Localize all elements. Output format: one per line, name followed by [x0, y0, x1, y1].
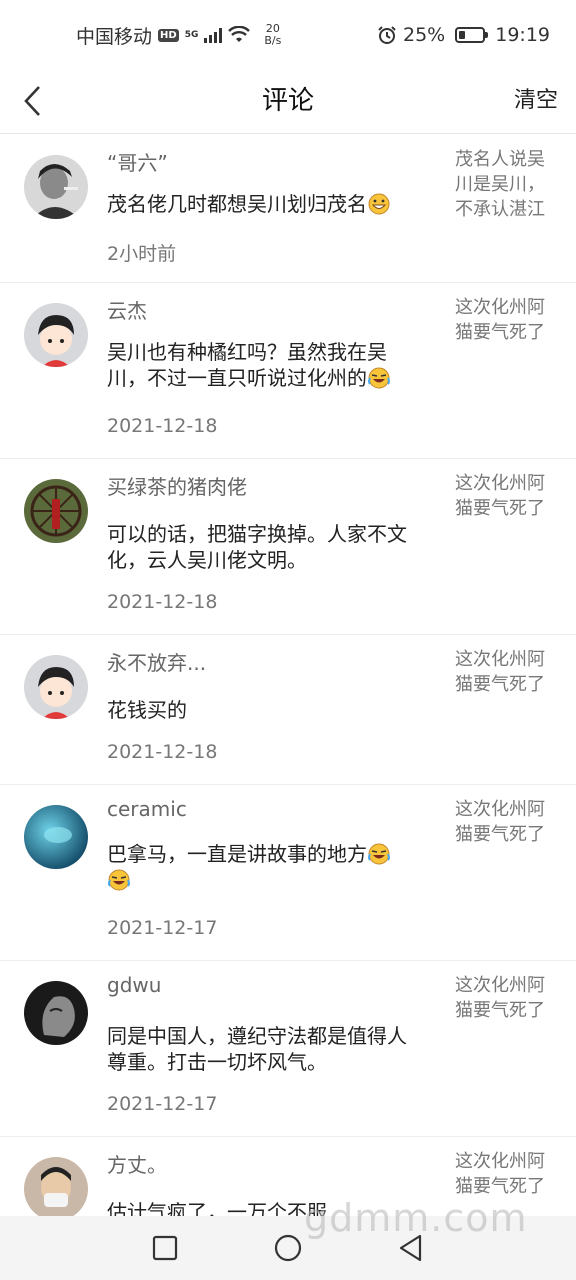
- avatar[interactable]: [24, 303, 88, 367]
- comment-username[interactable]: ceramic: [107, 797, 187, 821]
- avatar[interactable]: [24, 805, 88, 869]
- comment-date: 2021-12-18: [107, 591, 218, 613]
- back-arrow-icon: [24, 86, 40, 116]
- comment-date: 2小时前: [107, 243, 177, 265]
- laugh-cry-emoji-icon: [368, 843, 390, 865]
- hd-icon: HD: [158, 28, 179, 42]
- laugh-cry-emoji-icon: [108, 869, 130, 891]
- comment-text: 巴拿马，一直是讲故事的地方: [107, 841, 407, 893]
- avatar[interactable]: [24, 1157, 88, 1221]
- comment-username[interactable]: 方丈。: [107, 1149, 167, 1178]
- speed-unit: B/s: [264, 34, 282, 47]
- comment-username[interactable]: 云杰: [107, 295, 147, 324]
- clock: 19:19: [495, 24, 550, 46]
- comment-date: 2021-12-17: [107, 917, 218, 939]
- grin-emoji-icon: [368, 193, 390, 215]
- comment-source[interactable]: 这次化州阿猫要气死了: [455, 797, 555, 847]
- comment-username[interactable]: “哥六”: [107, 147, 168, 176]
- comment-username[interactable]: 永不放弃...: [107, 647, 206, 676]
- avatar[interactable]: [24, 479, 88, 543]
- comment-body: 茂名佬几时都想吴川划归茂名: [107, 192, 367, 216]
- comment-date: 2021-12-18: [107, 415, 218, 437]
- comment-text: 花钱买的: [107, 698, 187, 722]
- comment-source[interactable]: 这次化州阿猫要气死了: [455, 295, 555, 345]
- home-icon[interactable]: [274, 1234, 302, 1262]
- carrier-label: 中国移动: [76, 25, 153, 48]
- comment-source[interactable]: 这次化州阿猫要气死了: [455, 973, 555, 1023]
- back-button[interactable]: [10, 76, 54, 126]
- back-triangle-icon[interactable]: [398, 1234, 424, 1262]
- comment-username[interactable]: 买绿茶的猪肉佬: [107, 471, 247, 500]
- battery-icon: [455, 27, 489, 43]
- comment-source[interactable]: 这次化州阿猫要气死了: [455, 1149, 555, 1199]
- comment-text: 茂名佬几时都想吴川划归茂名: [107, 191, 407, 217]
- comment-text: 吴川也有种橘红吗？虽然我在吴川，不过一直只听说过化州的: [107, 339, 407, 391]
- comment-item[interactable]: ceramic 巴拿马，一直是讲故事的地方 2021-12-17 这次化州阿猫要…: [0, 785, 576, 961]
- network-speed: 20 B/s: [264, 23, 281, 47]
- comment-source[interactable]: 这次化州阿猫要气死了: [455, 647, 555, 697]
- avatar[interactable]: [24, 655, 88, 719]
- comment-item[interactable]: “哥六” 茂名佬几时都想吴川划归茂名 2小时前 茂名人说吴川是吴川，不承认湛江: [0, 135, 576, 283]
- laugh-cry-emoji-icon: [368, 367, 390, 389]
- alarm-icon: [378, 26, 396, 44]
- comment-item[interactable]: gdwu 同是中国人，遵纪守法都是值得人尊重。打击一切坏风气。 2021-12-…: [0, 961, 576, 1137]
- comment-text: 可以的话，把猫字换掉。人家不文化，云人吴川佬文明。: [107, 522, 407, 572]
- comment-username[interactable]: gdwu: [107, 973, 161, 997]
- network-type-label: 5G: [184, 30, 199, 40]
- comment-list: “哥六” 茂名佬几时都想吴川划归茂名 2小时前 茂名人说吴川是吴川，不承认湛江 …: [0, 135, 576, 1257]
- comment-body: 吴川也有种橘红吗？虽然我在吴川，不过一直只听说过化州的: [107, 340, 387, 390]
- comment-item[interactable]: 永不放弃... 花钱买的 2021-12-18 这次化州阿猫要气死了: [0, 635, 576, 785]
- comment-item[interactable]: 云杰 吴川也有种橘红吗？虽然我在吴川，不过一直只听说过化州的 2021-12-1…: [0, 283, 576, 459]
- avatar[interactable]: [24, 155, 88, 219]
- page-title: 评论: [261, 86, 314, 116]
- comment-source[interactable]: 这次化州阿猫要气死了: [455, 471, 555, 521]
- recent-apps-icon[interactable]: [152, 1235, 178, 1261]
- avatar[interactable]: [24, 981, 88, 1045]
- wifi-icon: [228, 26, 251, 42]
- battery-percent: 25%: [403, 24, 446, 46]
- comment-date: 2021-12-17: [107, 1093, 218, 1115]
- status-bar: 中国移动 HD 5G 20 B/s 25% 19:19: [0, 0, 576, 70]
- comment-body: 巴拿马，一直是讲故事的地方: [107, 842, 367, 866]
- comment-item[interactable]: 买绿茶的猪肉佬 可以的话，把猫字换掉。人家不文化，云人吴川佬文明。 2021-1…: [0, 459, 576, 635]
- nav-bar: 评论 清空: [0, 70, 576, 134]
- clear-button[interactable]: 清空: [514, 70, 558, 132]
- comment-date: 2021-12-18: [107, 741, 218, 763]
- signal-icon: [204, 27, 223, 43]
- comment-text: 同是中国人，遵纪守法都是值得人尊重。打击一切坏风气。: [107, 1024, 407, 1074]
- system-nav-bar: [0, 1216, 576, 1280]
- comment-source[interactable]: 茂名人说吴川是吴川，不承认湛江: [455, 147, 555, 222]
